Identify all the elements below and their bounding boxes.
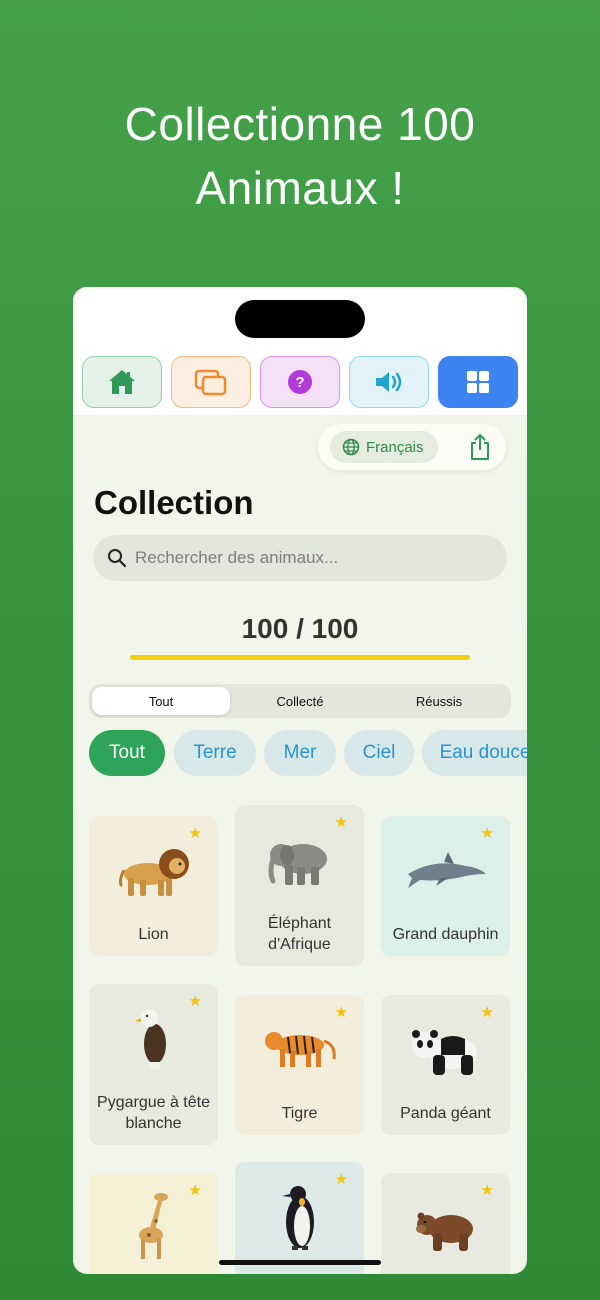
speaker-icon xyxy=(376,372,402,392)
animal-name: Pygargue à tête blanche xyxy=(97,1094,210,1132)
promo-headline: Collectionne 100 Animaux ! xyxy=(0,92,600,220)
elephant-icon xyxy=(268,844,327,885)
language-label: Français xyxy=(366,438,424,456)
promo-headline-line1: Collectionne 100 xyxy=(124,98,476,150)
globe-icon xyxy=(342,438,360,456)
sound-button[interactable] xyxy=(349,356,429,408)
search-input[interactable] xyxy=(135,548,495,568)
habitat-filters: Tout Terre Mer Ciel Eau douce xyxy=(89,730,527,776)
grid-icon xyxy=(467,371,489,393)
collection-count: 100 / 100 xyxy=(241,613,359,644)
star-icon: ★ xyxy=(480,825,494,842)
bear-icon xyxy=(415,1212,473,1251)
star-icon: ★ xyxy=(480,1004,494,1021)
animal-name: Panda géant xyxy=(400,1105,491,1122)
question-icon: ? xyxy=(288,370,312,394)
panda-icon xyxy=(411,1030,477,1075)
animal-card-eagle[interactable]: ★ Pygargue à tête blanche xyxy=(89,984,218,1145)
collection-progress-bar xyxy=(130,655,470,660)
animal-card-elephant[interactable]: ★ Éléphant d'Afrique xyxy=(235,805,364,966)
eagle-icon xyxy=(134,1009,166,1070)
share-icon[interactable] xyxy=(469,433,491,461)
animal-card-dolphin[interactable]: ★ Grand dauphin xyxy=(381,816,510,956)
star-icon: ★ xyxy=(188,825,202,842)
filter-ciel[interactable]: Ciel xyxy=(344,730,414,776)
filter-terre[interactable]: Terre xyxy=(174,730,256,776)
house-icon xyxy=(109,370,135,394)
language-selector[interactable]: Français xyxy=(330,431,438,463)
filter-tout[interactable]: Tout xyxy=(89,730,165,776)
animal-card-giraffe[interactable]: ★ xyxy=(89,1173,218,1274)
status-segmented-control: Tout Collecté Réussis xyxy=(89,684,511,718)
giraffe-icon xyxy=(138,1193,168,1259)
language-toolbar: Français xyxy=(318,424,506,470)
animal-name: Grand dauphin xyxy=(392,926,499,943)
animal-name: Éléphant d'Afrique xyxy=(267,915,332,953)
search-icon xyxy=(108,549,127,568)
cards-icon xyxy=(194,369,227,396)
animal-name: Lion xyxy=(138,926,169,943)
animal-card-panda[interactable]: ★ Panda géant xyxy=(381,995,510,1135)
lion-icon xyxy=(118,849,189,896)
home-button[interactable] xyxy=(82,356,162,408)
home-indicator[interactable] xyxy=(219,1260,381,1265)
quiz-button[interactable]: ? xyxy=(260,356,340,408)
animal-name: Tigre xyxy=(281,1105,318,1122)
segment-collecte[interactable]: Collecté xyxy=(231,687,369,715)
cards-button[interactable] xyxy=(171,356,251,408)
svg-text:?: ? xyxy=(295,374,304,391)
animal-card-tiger[interactable]: ★ Tigre xyxy=(235,995,364,1135)
animal-card-penguin[interactable]: ★ xyxy=(235,1162,364,1274)
filter-mer[interactable]: Mer xyxy=(264,730,336,776)
star-icon: ★ xyxy=(334,814,348,831)
penguin-icon xyxy=(281,1186,314,1250)
search-bar xyxy=(93,535,507,581)
animal-card-lion[interactable]: ★ Lion xyxy=(89,816,218,956)
dynamic-island xyxy=(235,300,365,338)
progress-fill xyxy=(130,655,470,660)
promo-headline-line2: Animaux ! xyxy=(195,162,405,214)
animal-card-bear[interactable]: ★ xyxy=(381,1173,510,1274)
star-icon: ★ xyxy=(480,1182,494,1199)
top-navigation: ? xyxy=(82,356,518,408)
star-icon: ★ xyxy=(334,1004,348,1021)
collection-button[interactable] xyxy=(438,356,518,408)
segment-tout[interactable]: Tout xyxy=(92,687,230,715)
dolphin-icon xyxy=(407,852,486,888)
filter-eau-douce[interactable]: Eau douce xyxy=(422,730,527,776)
page-title: Collection xyxy=(94,484,254,521)
tiger-icon xyxy=(264,1032,336,1067)
segment-reussis[interactable]: Réussis xyxy=(370,687,508,715)
phone-screen: ? Français Collection Rechercher des ani… xyxy=(73,287,527,1274)
